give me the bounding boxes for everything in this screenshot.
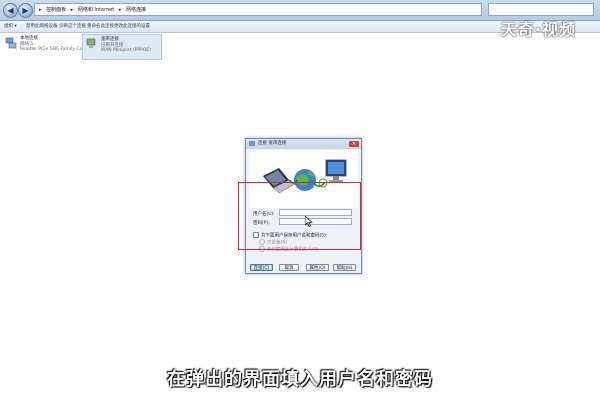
dialog-title: 连接 宽带连接 xyxy=(258,141,287,146)
connection-illustration xyxy=(249,150,358,208)
connection-item-broadband[interactable]: 宽带连接 已断开连接 WAN Miniport (PPPOE) xyxy=(82,34,162,60)
breadcrumb-item[interactable]: 网络和 Internet xyxy=(78,7,114,13)
breadcrumb-item[interactable]: 网络连接 xyxy=(126,7,146,13)
properties-button[interactable]: 属性(O) xyxy=(306,264,329,271)
address-bar[interactable]: ▸ 控制面板 ▸ 网络和 Internet ▸ 网络连接 xyxy=(34,3,482,16)
video-subtitle: 在弹出的界面填入用户名和密码 xyxy=(167,369,433,390)
network-icon: ▸ xyxy=(39,7,42,13)
connection-device: WAN Miniport (PPPOE) xyxy=(101,48,152,53)
connection-icon xyxy=(249,141,255,146)
search-input[interactable] xyxy=(488,3,594,16)
cancel-button[interactable]: 取消 xyxy=(279,264,299,271)
anyone-row: 任何使用此计算机的人(A) xyxy=(259,246,319,253)
dialog-titlebar: 连接 宽带连接 ✕ xyxy=(246,139,361,149)
anyone-radio[interactable] xyxy=(259,246,265,252)
diagnose-button[interactable]: 诊断这个连接 xyxy=(59,21,86,32)
forward-button[interactable]: ▶ xyxy=(18,3,33,18)
broadband-icon xyxy=(86,38,96,48)
back-button[interactable]: ◀ xyxy=(3,3,18,18)
breadcrumb-item[interactable]: 控制面板 xyxy=(46,7,66,13)
rename-button[interactable]: 重命名此连接 xyxy=(87,21,114,32)
help-button[interactable]: 帮助(H) xyxy=(333,264,356,271)
only-me-row: 只是我(N) xyxy=(259,239,287,246)
save-credentials-checkbox[interactable] xyxy=(253,232,259,238)
only-me-label: 只是我(N) xyxy=(267,240,288,246)
breadcrumb-separator-icon: ▸ xyxy=(118,7,122,13)
watermark-logo: 天奇·视频 xyxy=(500,20,576,39)
password-field[interactable] xyxy=(279,218,352,225)
mouse-cursor-icon xyxy=(305,216,313,227)
connect-dialog: 连接 宽带连接 ✕ 用户名(U): 密码(P): 为下面用户保存用户名和密码(S… xyxy=(245,138,362,274)
organize-menu[interactable]: 组织 ▾ xyxy=(4,21,17,32)
anyone-label: 任何使用此计算机的人(A) xyxy=(267,247,319,253)
close-button[interactable]: ✕ xyxy=(349,141,359,147)
network-adapter-icon xyxy=(5,37,17,49)
connection-item-local[interactable]: 本地连接 网络 5 Realtek PCIe GBE Family Contr.… xyxy=(2,34,93,60)
change-settings-button[interactable]: 更改此连接的设置 xyxy=(114,21,150,32)
connect-button[interactable]: 连接(C) xyxy=(250,264,273,271)
username-field[interactable] xyxy=(279,209,352,216)
breadcrumb-separator-icon: ▸ xyxy=(70,7,74,13)
save-credentials-row: 为下面用户保存用户名和密码(S): xyxy=(253,232,327,239)
disable-device-button[interactable]: 禁用此网络设备 xyxy=(26,21,58,32)
only-me-radio[interactable] xyxy=(259,239,265,245)
username-label: 用户名(U): xyxy=(253,212,275,217)
save-credentials-label: 为下面用户保存用户名和密码(S): xyxy=(261,233,328,239)
password-label: 密码(P): xyxy=(253,221,270,226)
